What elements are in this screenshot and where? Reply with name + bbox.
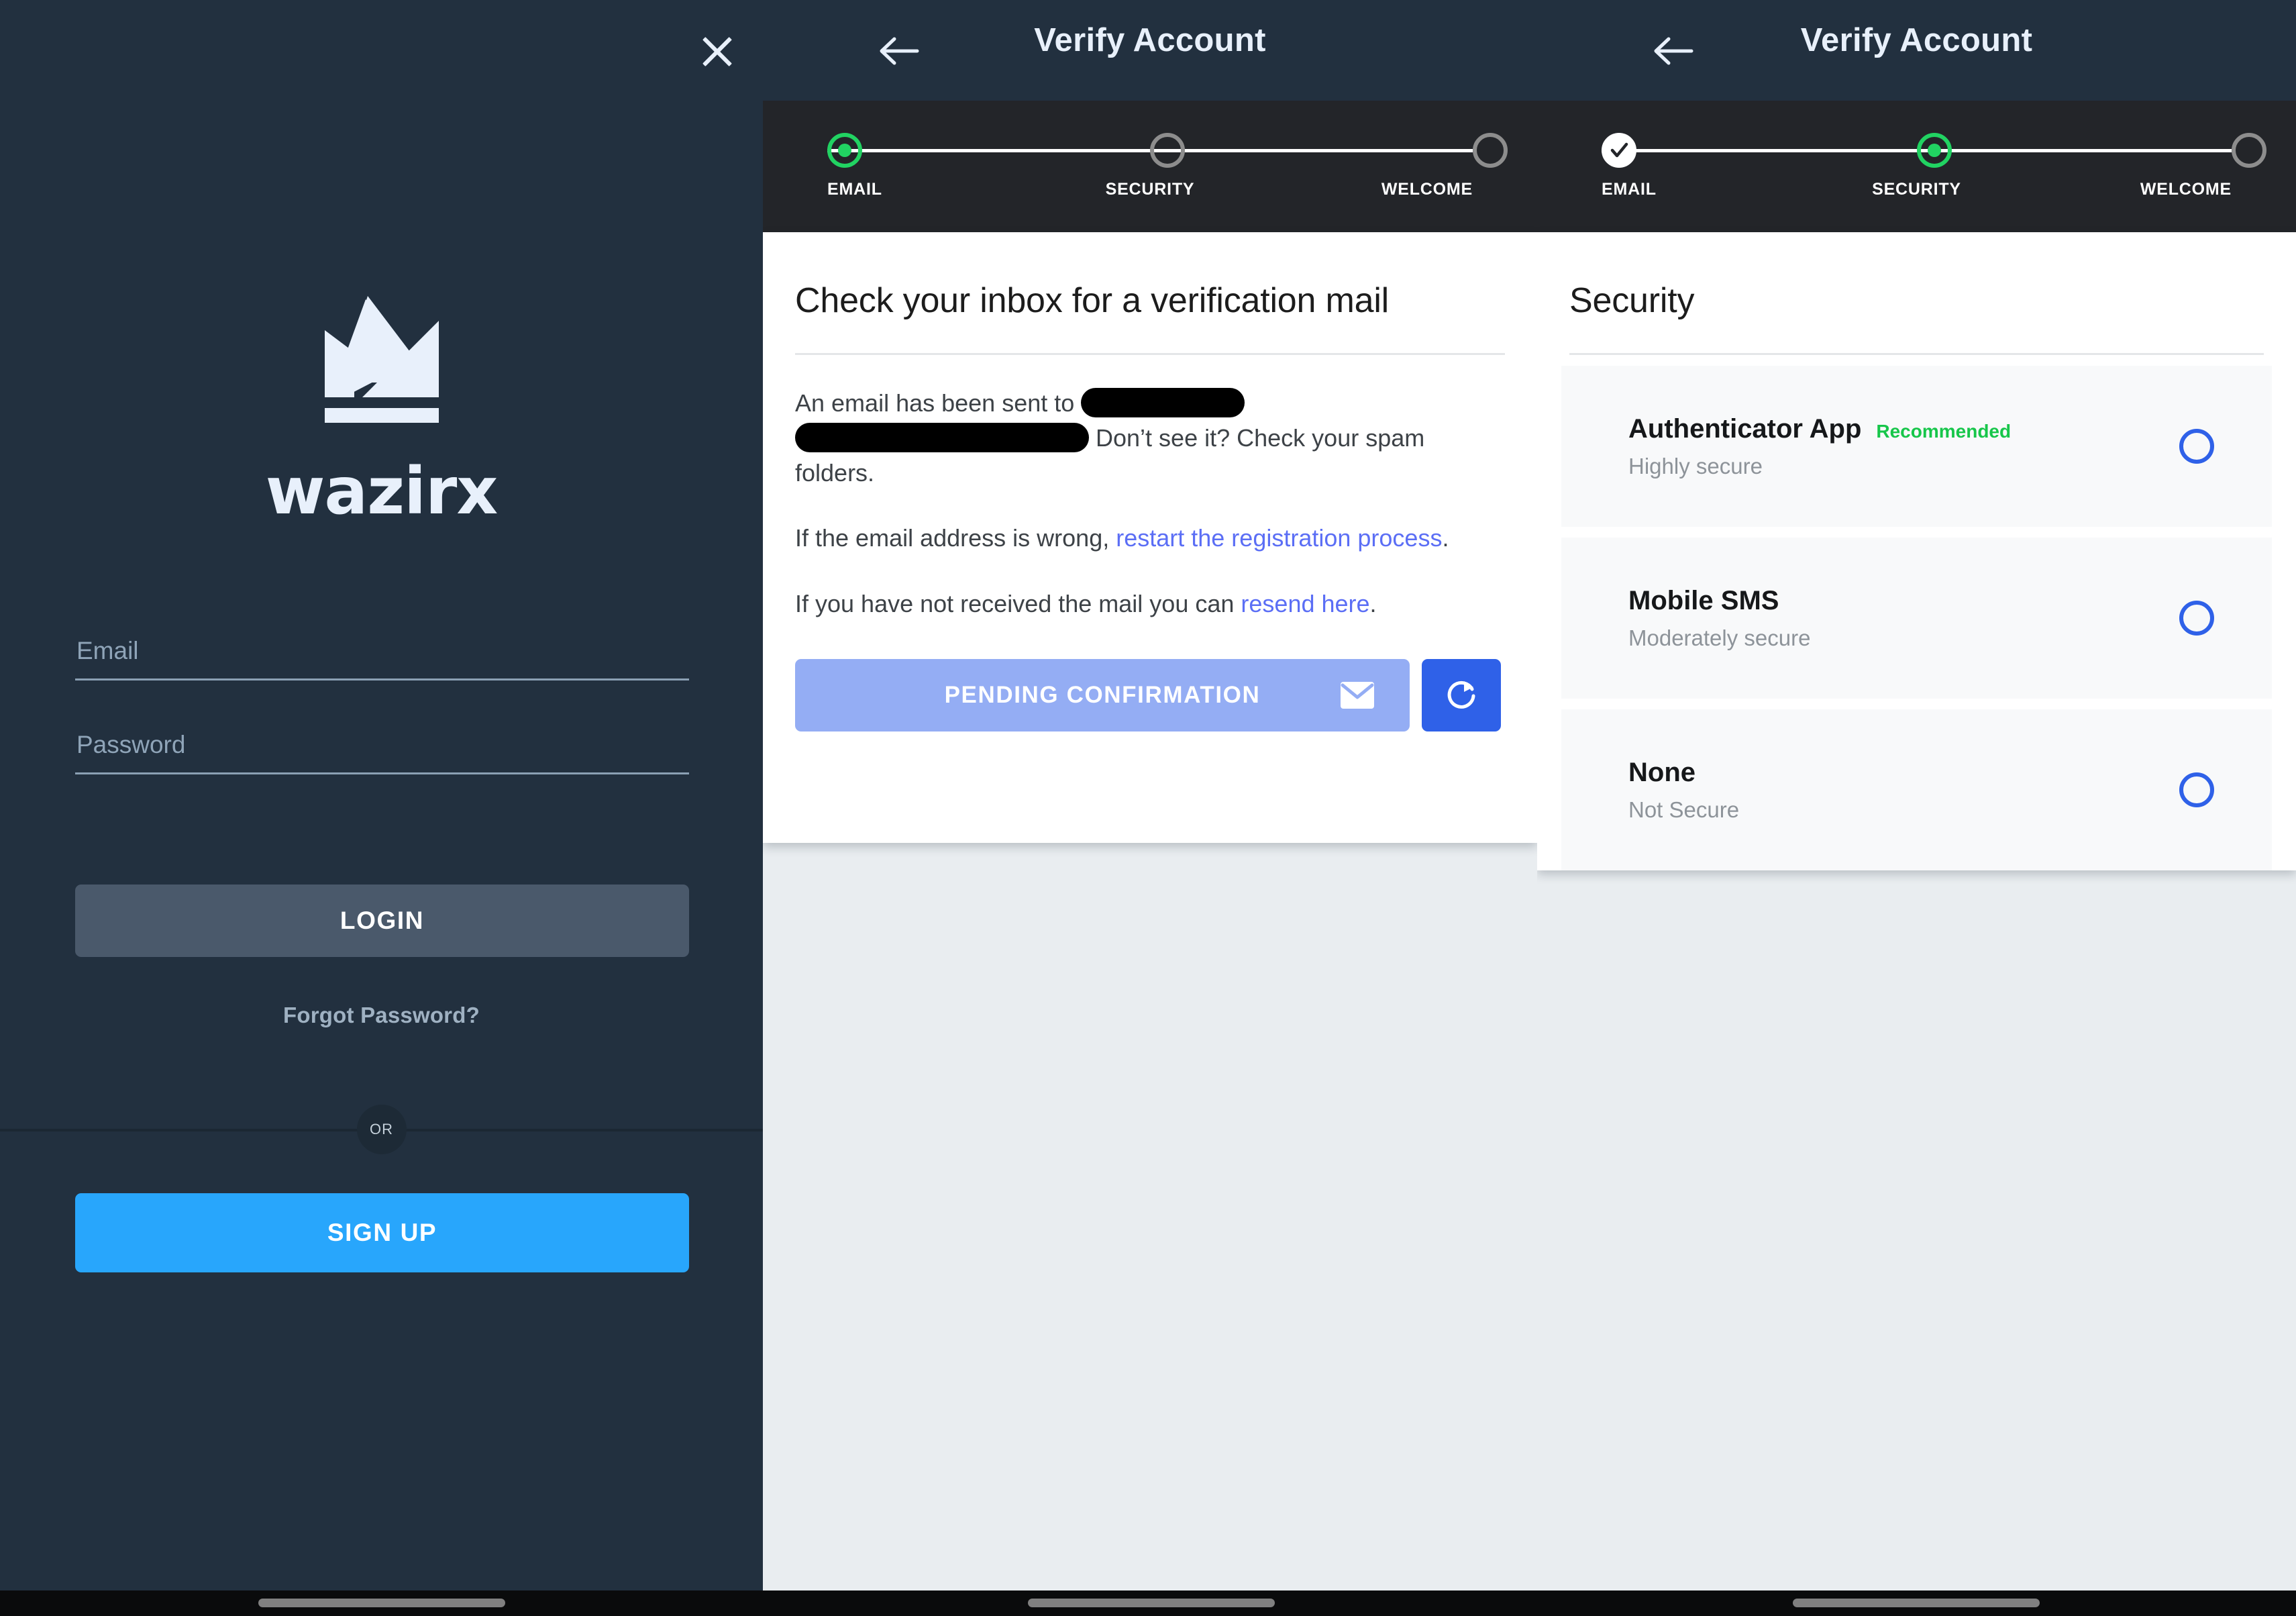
resend-prefix: If you have not received the mail you ca… — [795, 590, 1235, 618]
recommended-badge: Recommended — [1876, 420, 2012, 442]
option-name: None — [1628, 757, 1695, 787]
verify-security-appbar: Verify Account — [1537, 0, 2296, 101]
wazirx-crown-logo — [324, 296, 439, 423]
or-divider-label: OR — [356, 1105, 407, 1154]
card-divider — [795, 353, 1505, 355]
wrong-email-prefix: If the email address is wrong, — [795, 524, 1110, 552]
brand-wordmark: wazirx — [265, 454, 499, 529]
radio-button[interactable] — [2179, 772, 2214, 807]
login-button[interactable]: LOGIN — [75, 885, 689, 957]
forgot-password-link[interactable]: Forgot Password? — [0, 1003, 763, 1028]
email-sent-prefix: An email has been sent to — [795, 389, 1075, 417]
step-node-pending-icon — [1473, 133, 1508, 168]
card-title: Check your inbox for a verification mail — [795, 281, 1390, 320]
step-node-pending-icon — [1150, 133, 1185, 168]
verify-security-stepper: EMAIL SECURITY WELCOME — [1537, 101, 2296, 232]
verify-email-actions: PENDING CONFIRMATION — [795, 659, 1505, 732]
system-navigation-bars — [0, 1590, 2296, 1616]
radio-button[interactable] — [2179, 601, 2214, 636]
envelope-icon — [1341, 682, 1374, 709]
verify-email-card: Check your inbox for a verification mail… — [763, 232, 1537, 843]
home-gesture-handle[interactable] — [1793, 1599, 2040, 1607]
option-heading: None — [1628, 758, 1739, 788]
app-screenshot: wazirx LOGIN Forgot Password? OR SIGN UP… — [0, 0, 2296, 1616]
option-text: Mobile SMS Moderately secure — [1561, 586, 1810, 651]
email-input[interactable] — [75, 631, 689, 680]
resend-message: If you have not received the mail you ca… — [795, 587, 1505, 621]
email-sent-message: An email has been sent to Don’t see it? … — [795, 386, 1505, 490]
security-option-none[interactable]: None Not Secure — [1561, 709, 2272, 870]
option-description: Not Secure — [1628, 797, 1740, 822]
option-description: Moderately secure — [1628, 625, 1811, 650]
option-text: None Not Secure — [1561, 758, 1739, 823]
resend-suffix: . — [1369, 590, 1377, 618]
login-panel: wazirx LOGIN Forgot Password? OR SIGN UP — [0, 0, 763, 1590]
step-connector — [827, 149, 1150, 152]
step-connector — [1602, 149, 1917, 152]
option-name: Authenticator App — [1628, 413, 1862, 444]
refresh-icon — [1447, 681, 1475, 709]
option-name: Mobile SMS — [1628, 585, 1779, 615]
step-label: SECURITY — [1872, 180, 1961, 199]
wrong-email-message: If the email address is wrong, restart t… — [795, 521, 1505, 556]
step-label: EMAIL — [827, 180, 882, 199]
home-gesture-handle[interactable] — [1028, 1599, 1275, 1607]
step-node-active-icon — [1916, 133, 1952, 168]
restart-registration-link[interactable]: restart the registration process — [1116, 524, 1442, 552]
pending-confirmation-button[interactable]: PENDING CONFIRMATION — [795, 659, 1410, 732]
verify-security-panel: Verify Account EMAIL SECURITY WELCOME Se… — [1537, 0, 2296, 1590]
option-text: Authenticator App Recommended Highly sec… — [1561, 414, 2011, 479]
security-option-mobile-sms[interactable]: Mobile SMS Moderately secure — [1561, 538, 2272, 699]
step-node-active-icon — [827, 133, 862, 168]
page-title: Verify Account — [1034, 22, 1266, 58]
wrong-email-suffix: . — [1442, 524, 1449, 552]
option-description: Highly secure — [1628, 453, 1763, 478]
step-connector — [1916, 149, 2232, 152]
step-label: WELCOME — [1381, 180, 1473, 199]
signup-button[interactable]: SIGN UP — [75, 1193, 689, 1272]
email-field-group — [75, 631, 689, 680]
option-heading: Mobile SMS — [1628, 586, 1810, 616]
home-gesture-handle[interactable] — [258, 1599, 505, 1607]
close-icon[interactable] — [694, 28, 740, 74]
verify-email-stepper: EMAIL SECURITY WELCOME — [763, 101, 1537, 232]
security-options-list: Authenticator App Recommended Highly sec… — [1537, 366, 2296, 870]
page-title: Verify Account — [1800, 22, 2033, 58]
card-title: Security — [1569, 281, 1695, 320]
step-node-pending-icon — [2232, 133, 2266, 168]
brand-logo-block: wazirx — [0, 295, 763, 523]
verify-email-panel: Verify Account EMAIL SECURITY WELCOME Ch… — [763, 0, 1537, 1590]
check-icon — [1610, 142, 1628, 158]
option-heading: Authenticator App Recommended — [1628, 414, 2011, 444]
step-label: WELCOME — [2140, 180, 2232, 199]
redacted-email-part-2 — [795, 423, 1089, 453]
step-connector — [1150, 149, 1473, 152]
step-label: EMAIL — [1602, 180, 1657, 199]
refresh-status-button[interactable] — [1422, 659, 1501, 732]
verify-email-body: An email has been sent to Don’t see it? … — [763, 386, 1537, 732]
password-input[interactable] — [75, 725, 689, 774]
login-topbar — [0, 0, 763, 101]
security-option-authenticator-app[interactable]: Authenticator App Recommended Highly sec… — [1561, 366, 2272, 527]
pending-confirmation-label: PENDING CONFIRMATION — [944, 682, 1261, 709]
security-card: Security Authenticator App Recommended H… — [1537, 232, 2296, 870]
radio-button[interactable] — [2179, 429, 2214, 464]
resend-here-link[interactable]: resend here — [1241, 590, 1369, 617]
card-divider — [1569, 353, 2264, 355]
password-field-group — [75, 725, 689, 774]
redacted-email-part-1 — [1081, 388, 1245, 418]
step-node-done-icon — [1602, 133, 1636, 168]
step-label: SECURITY — [1105, 180, 1195, 199]
verify-email-appbar: Verify Account — [763, 0, 1537, 101]
